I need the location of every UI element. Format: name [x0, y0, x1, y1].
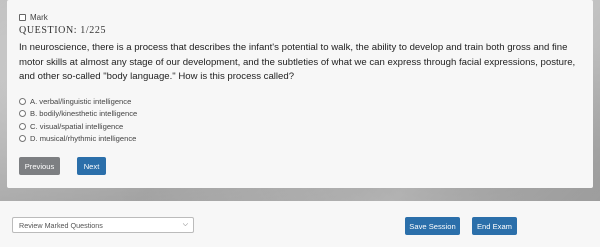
mark-label: Mark: [30, 13, 48, 22]
answer-option-label: A. verbal/linguistic intelligence: [30, 96, 132, 106]
end-exam-button[interactable]: End Exam: [472, 217, 517, 235]
answer-option-c[interactable]: C. visual/spatial intelligence: [19, 120, 137, 133]
answer-options: A. verbal/linguistic intelligence B. bod…: [19, 95, 137, 145]
answer-option-b[interactable]: B. bodily/kinesthetic intelligence: [19, 108, 137, 121]
chevron-down-icon: ⌵: [182, 221, 188, 228]
radio-button[interactable]: [19, 110, 26, 118]
answer-option-label: B. bodily/kinesthetic intelligence: [30, 109, 138, 119]
answer-option-d[interactable]: D. musical/rhythmic intelligence: [19, 133, 137, 146]
save-session-button[interactable]: Save Session: [405, 217, 460, 235]
mark-checkbox[interactable]: [19, 14, 26, 21]
review-select-value: Review Marked Questions: [19, 220, 103, 230]
next-button[interactable]: Next: [77, 157, 106, 175]
previous-button[interactable]: Previous: [19, 157, 60, 175]
review-marked-select[interactable]: Review Marked Questions ⌵: [12, 217, 194, 233]
radio-button[interactable]: [19, 122, 26, 130]
radio-button[interactable]: [19, 97, 26, 105]
answer-option-a[interactable]: A. verbal/linguistic intelligence: [19, 95, 137, 108]
answer-option-label: D. musical/rhythmic intelligence: [30, 134, 137, 144]
question-card: Mark QUESTION: 1/225 In neuroscience, th…: [7, 0, 593, 188]
answer-option-label: C. visual/spatial intelligence: [30, 121, 124, 131]
mark-toggle[interactable]: Mark: [19, 13, 48, 22]
question-number: QUESTION: 1/225: [19, 25, 107, 36]
radio-button[interactable]: [19, 135, 26, 143]
question-text: In neuroscience, there is a process that…: [19, 42, 576, 83]
footer-bar: Review Marked Questions ⌵ Save Session E…: [0, 201, 600, 247]
